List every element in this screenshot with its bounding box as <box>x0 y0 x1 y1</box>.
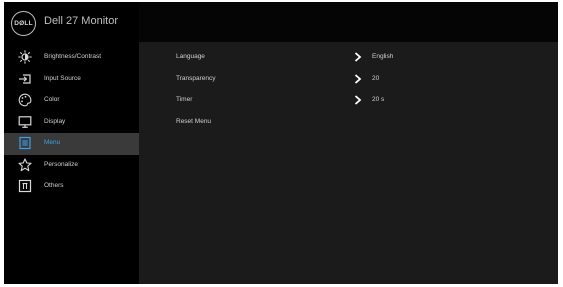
monitor-osd: DØLL Dell 27 Monitor Brightness/Contrast… <box>4 2 558 284</box>
reset-menu-label: Reset Menu <box>176 117 212 125</box>
language-row[interactable]: Language English <box>139 47 558 69</box>
input-source-icon <box>18 72 32 86</box>
timer-label: Timer <box>176 96 193 103</box>
sidebar-item-brightness-contrast[interactable]: Brightness/Contrast <box>4 47 139 69</box>
sidebar-item-label: Others <box>44 182 64 189</box>
sidebar-item-label: Menu <box>44 139 61 146</box>
others-icon <box>18 179 32 193</box>
sidebar-item-label: Display <box>44 117 66 125</box>
color-icon <box>18 93 32 107</box>
dell-logo: DØLL <box>11 11 36 36</box>
transparency-label: Transparency <box>176 74 216 82</box>
transparency-row[interactable]: Transparency 20 <box>139 69 558 91</box>
sidebar-item-label: Color <box>44 96 60 103</box>
star-icon <box>18 157 32 172</box>
display-icon <box>18 115 32 129</box>
page-title: Dell 27 Monitor <box>44 15 118 27</box>
language-label: Language <box>176 53 205 60</box>
timer-value: 20 s <box>372 96 385 103</box>
chevron-right-icon <box>354 52 362 62</box>
sidebar-item-label: Personalize <box>44 160 78 168</box>
language-value: English <box>372 53 394 60</box>
sidebar-item-label: Input Source <box>44 74 81 82</box>
menu-icon <box>18 136 32 150</box>
transparency-value: 20 <box>372 74 380 82</box>
chevron-right-icon <box>354 73 362 84</box>
sidebar-item-color[interactable]: Color <box>4 90 139 112</box>
sidebar-item-menu[interactable]: Menu <box>4 133 139 155</box>
chevron-right-icon <box>354 95 362 105</box>
sidebar-item-display[interactable]: Display <box>4 112 139 134</box>
osd-header-right <box>139 2 558 42</box>
sidebar-item-label: Brightness/Contrast <box>44 53 102 60</box>
sidebar-item-input-source[interactable]: Input Source <box>4 69 139 91</box>
reset-menu-row[interactable]: Reset Menu <box>139 112 558 134</box>
sidebar-item-others[interactable]: Others <box>4 176 139 198</box>
sidebar-item-personalize[interactable]: Personalize <box>4 155 139 177</box>
menu-settings-panel: Language English Transparency 20 Timer 2… <box>139 47 558 133</box>
sidebar-nav: Brightness/Contrast Input Source Color D… <box>4 47 139 198</box>
timer-row[interactable]: Timer 20 s <box>139 90 558 112</box>
brightness-icon <box>18 50 32 64</box>
